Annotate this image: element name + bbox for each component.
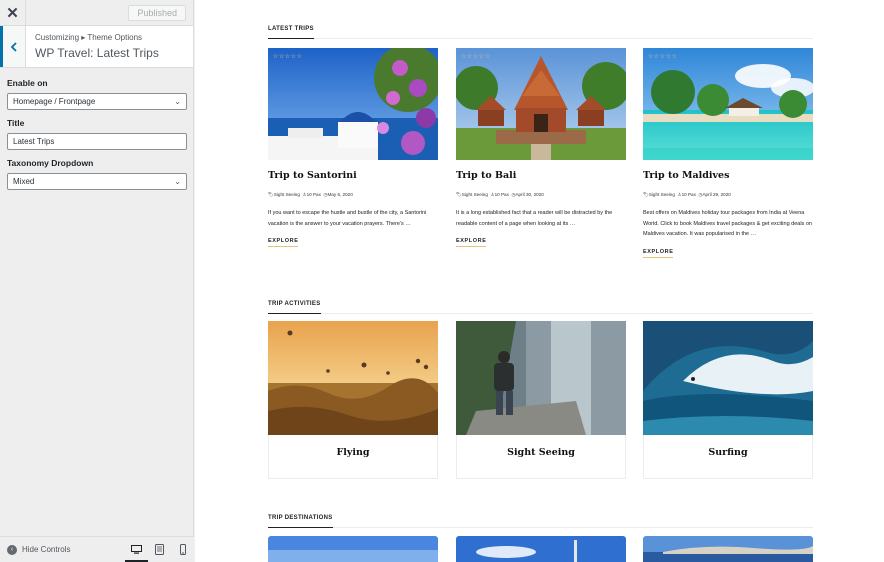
trip-image[interactable]: ☆☆☆☆☆ [268,48,438,160]
control-enable-on: Enable on Homepage / Frontpage ⌄ [0,78,193,110]
chevron-down-icon: ⌄ [174,97,181,106]
trip-pax: 10 Pax [494,192,509,197]
latest-trips-heading: LATEST TRIPS [268,17,813,39]
trip-card[interactable]: ☆☆☆☆☆ Trip to Bali 🏷Sight Seeing ♙10 Pax… [456,48,626,247]
star-rating-icon: ☆☆☆☆☆ [461,54,491,60]
trip-pax: 10 Pax [681,192,696,197]
explore-link[interactable]: EXPLORE [268,238,299,247]
activity-image[interactable] [643,321,813,435]
trip-date: April 29, 2020 [702,192,731,197]
customizer-sidebar: ✕ Published Customizing ▸ Theme Options … [0,0,194,562]
control-taxonomy: Taxonomy Dropdown Mixed ⌄ [0,158,193,190]
taxonomy-select[interactable]: Mixed ⌄ [7,173,187,190]
trip-date: April 30, 2020 [515,192,544,197]
trip-destinations-heading: TRIP DESTINATIONS [268,506,813,528]
trip-date: May 6, 2020 [327,192,353,197]
title-input[interactable]: Latest Trips [7,133,187,150]
trip-meta: 🏷Sight Seeing ♙10 Pax ◷May 6, 2020 [268,192,438,198]
trip-image[interactable]: ☆☆☆☆☆ [643,48,813,160]
chevron-left-icon[interactable] [0,26,26,67]
control-label: Taxonomy Dropdown [7,158,94,168]
trip-image[interactable]: ☆☆☆☆☆ [456,48,626,160]
trip-title[interactable]: Trip to Bali [456,170,626,181]
customizer-header: ✕ Published [0,0,193,26]
trip-description: Best offers on Maldives holiday tour pac… [643,210,812,237]
section-heading: LATEST TRIPS [268,26,314,39]
breadcrumb: Customizing ▸ Theme Options [35,33,143,42]
arrow-left-circle-icon: ‹ [7,544,17,555]
control-title: Title Latest Trips [0,118,193,150]
trip-card[interactable]: ☆☆☆☆☆ Trip to Maldives 🏷Sight Seeing ♙10… [643,48,813,258]
section-heading: TRIP DESTINATIONS [268,515,333,528]
trip-title[interactable]: Trip to Maldives [643,170,813,181]
mobile-preview-icon[interactable] [171,537,194,562]
trip-card[interactable]: ☆☆☆☆☆ Trip to Santorini 🏷Sight Seeing ♙1… [268,48,438,247]
publish-button[interactable]: Published [128,5,186,21]
select-value: Mixed [13,177,35,186]
desktop-preview-icon[interactable] [125,537,148,562]
trip-category[interactable]: Sight Seeing [274,192,300,197]
trip-description: If you want to escape the hustle and bus… [268,210,427,227]
activity-label[interactable]: Flying [269,447,437,458]
hide-controls-button[interactable]: ‹ Hide Controls [7,544,125,555]
enable-on-select[interactable]: Homepage / Frontpage ⌄ [7,93,187,110]
customizer-footer: ‹ Hide Controls [0,536,194,562]
trip-meta: 🏷Sight Seeing ♙10 Pax ◷April 30, 2020 [456,192,626,198]
control-label: Enable on [7,78,48,88]
trip-activities-heading: TRIP ACTIVITIES [268,292,813,314]
close-icon[interactable]: ✕ [0,0,26,26]
activity-label[interactable]: Surfing [644,447,812,458]
site-preview: LATEST TRIPS ☆☆☆☆☆ Trip to Santorini 🏷Si… [195,0,884,562]
destination-image[interactable] [456,536,626,562]
activity-image[interactable] [268,321,438,435]
activity-card[interactable]: Flying [268,321,438,479]
trip-pax: 10 Pax [306,192,321,197]
explore-link[interactable]: EXPLORE [643,249,674,258]
tablet-preview-icon[interactable] [148,537,171,562]
activity-image[interactable] [456,321,626,435]
activity-label[interactable]: Sight Seeing [457,447,625,458]
hide-controls-label: Hide Controls [22,545,71,554]
trip-category[interactable]: Sight Seeing [649,192,675,197]
activity-card[interactable]: Sight Seeing [456,321,626,479]
destination-image[interactable] [643,536,813,562]
trip-meta: 🏷Sight Seeing ♙10 Pax ◷April 29, 2020 [643,192,813,198]
trip-description: It is a long established fact that a rea… [456,210,613,227]
star-rating-icon: ☆☆☆☆☆ [648,54,678,60]
section-header: Customizing ▸ Theme Options WP Travel: L… [0,26,193,68]
star-rating-icon: ☆☆☆☆☆ [273,54,303,60]
activity-card[interactable]: Surfing [643,321,813,479]
section-title: WP Travel: Latest Trips [35,46,159,60]
trip-category[interactable]: Sight Seeing [462,192,488,197]
destination-image[interactable] [268,536,438,562]
chevron-down-icon: ⌄ [174,177,181,186]
select-value: Homepage / Frontpage [13,97,96,106]
trip-title[interactable]: Trip to Santorini [268,170,438,181]
section-heading: TRIP ACTIVITIES [268,301,321,314]
control-label: Title [7,118,25,128]
explore-link[interactable]: EXPLORE [456,238,487,247]
